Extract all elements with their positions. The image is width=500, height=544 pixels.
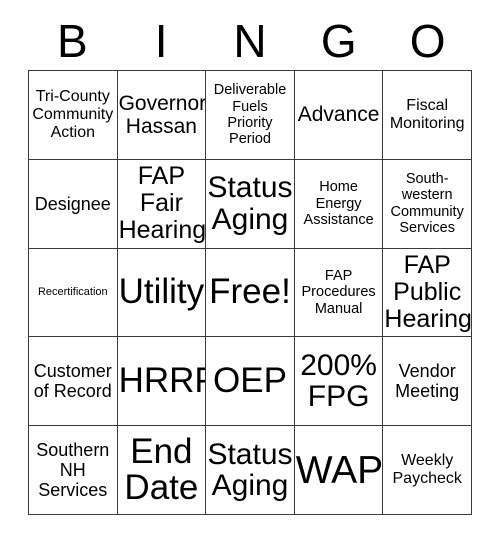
bingo-cell-free[interactable]: Free! (206, 248, 295, 338)
bingo-cell[interactable]: FAP Public Hearing (383, 248, 472, 338)
bingo-cell[interactable]: Utility (117, 248, 207, 338)
bingo-cell-label: Southern NH Services (36, 439, 110, 501)
header-letter-n: N (233, 15, 267, 67)
bingo-cell[interactable]: Governor Hassan (117, 71, 207, 160)
bingo-cell-label: End Date (124, 432, 199, 508)
bingo-cell[interactable]: FAP Procedures Manual (294, 248, 384, 338)
bingo-cell[interactable]: Tri-County Community Action (29, 71, 118, 160)
bingo-cell-label: Vendor Meeting (395, 361, 460, 402)
bingo-cell[interactable]: South- western Community Services (383, 159, 472, 249)
bingo-cell-label: Status Aging (207, 171, 293, 236)
bingo-cell[interactable]: Customer of Record (29, 337, 118, 427)
bingo-cell-label: Customer of Record (33, 361, 112, 402)
header-letter-g: G (320, 15, 357, 67)
header-letter-b: B (57, 15, 88, 67)
bingo-cell[interactable]: Recertification (29, 248, 118, 338)
bingo-cell-label: HRRP (118, 361, 206, 401)
bingo-cell[interactable]: Fiscal Monitoring (383, 71, 472, 160)
bingo-cell-label: 200% FPG (300, 348, 377, 414)
bingo-cell[interactable]: End Date (117, 426, 207, 515)
bingo-cell-label: Utility (118, 272, 205, 312)
header-letter-o: O (409, 15, 446, 67)
bingo-cell-label: OEP (213, 361, 287, 401)
bingo-cell[interactable]: Weekly Paycheck (383, 426, 472, 515)
bingo-cell-label: WAP (295, 448, 384, 492)
bingo-cell[interactable]: HRRP (117, 337, 207, 427)
bingo-cell-label: Weekly Paycheck (392, 452, 462, 488)
bingo-cell[interactable]: Advance (294, 71, 384, 160)
bingo-cell[interactable]: Status Aging (206, 426, 295, 515)
bingo-cell-label: South- western Community Services (390, 171, 464, 236)
bingo-cell[interactable]: Deliverable Fuels Priority Period (206, 71, 295, 160)
bingo-cell-label: FAP Public Hearing (384, 250, 472, 333)
bingo-header: B I N G O (28, 12, 472, 70)
bingo-cell[interactable]: Vendor Meeting (383, 337, 472, 427)
bingo-cell-label: Status Aging (207, 437, 293, 503)
bingo-cell[interactable]: OEP (206, 337, 295, 427)
bingo-cell-label: Advance (297, 103, 380, 127)
bingo-cell-label: Home Energy Assistance (303, 179, 374, 228)
bingo-cell[interactable]: Southern NH Services (29, 426, 118, 515)
header-letter-i: I (154, 15, 168, 67)
bingo-cell[interactable]: FAP Fair Hearing (117, 159, 207, 249)
bingo-cell-label: Fiscal Monitoring (389, 96, 465, 132)
bingo-cell[interactable]: 200% FPG (294, 337, 384, 427)
bingo-cell[interactable]: WAP (294, 426, 384, 515)
bingo-cell[interactable]: Home Energy Assistance (294, 159, 384, 249)
bingo-cell[interactable]: Status Aging (206, 159, 295, 249)
bingo-cell-label: Deliverable Fuels Priority Period (213, 82, 287, 148)
bingo-cell[interactable]: Designee (29, 159, 118, 249)
bingo-cell-label: Free! (209, 272, 291, 312)
bingo-cell-label: Designee (34, 193, 111, 214)
bingo-cell-label: FAP Procedures Manual (301, 268, 376, 317)
bingo-cell-label: FAP Fair Hearing (118, 162, 207, 245)
bingo-grid: Tri-County Community Action Governor Has… (28, 70, 472, 515)
bingo-cell-label: Recertification (37, 286, 108, 299)
bingo-cell-label: Governor Hassan (118, 91, 207, 138)
bingo-cell-label: Tri-County Community Action (32, 88, 114, 141)
bingo-card: B I N G O Tri-County Community Action Go… (0, 0, 500, 544)
